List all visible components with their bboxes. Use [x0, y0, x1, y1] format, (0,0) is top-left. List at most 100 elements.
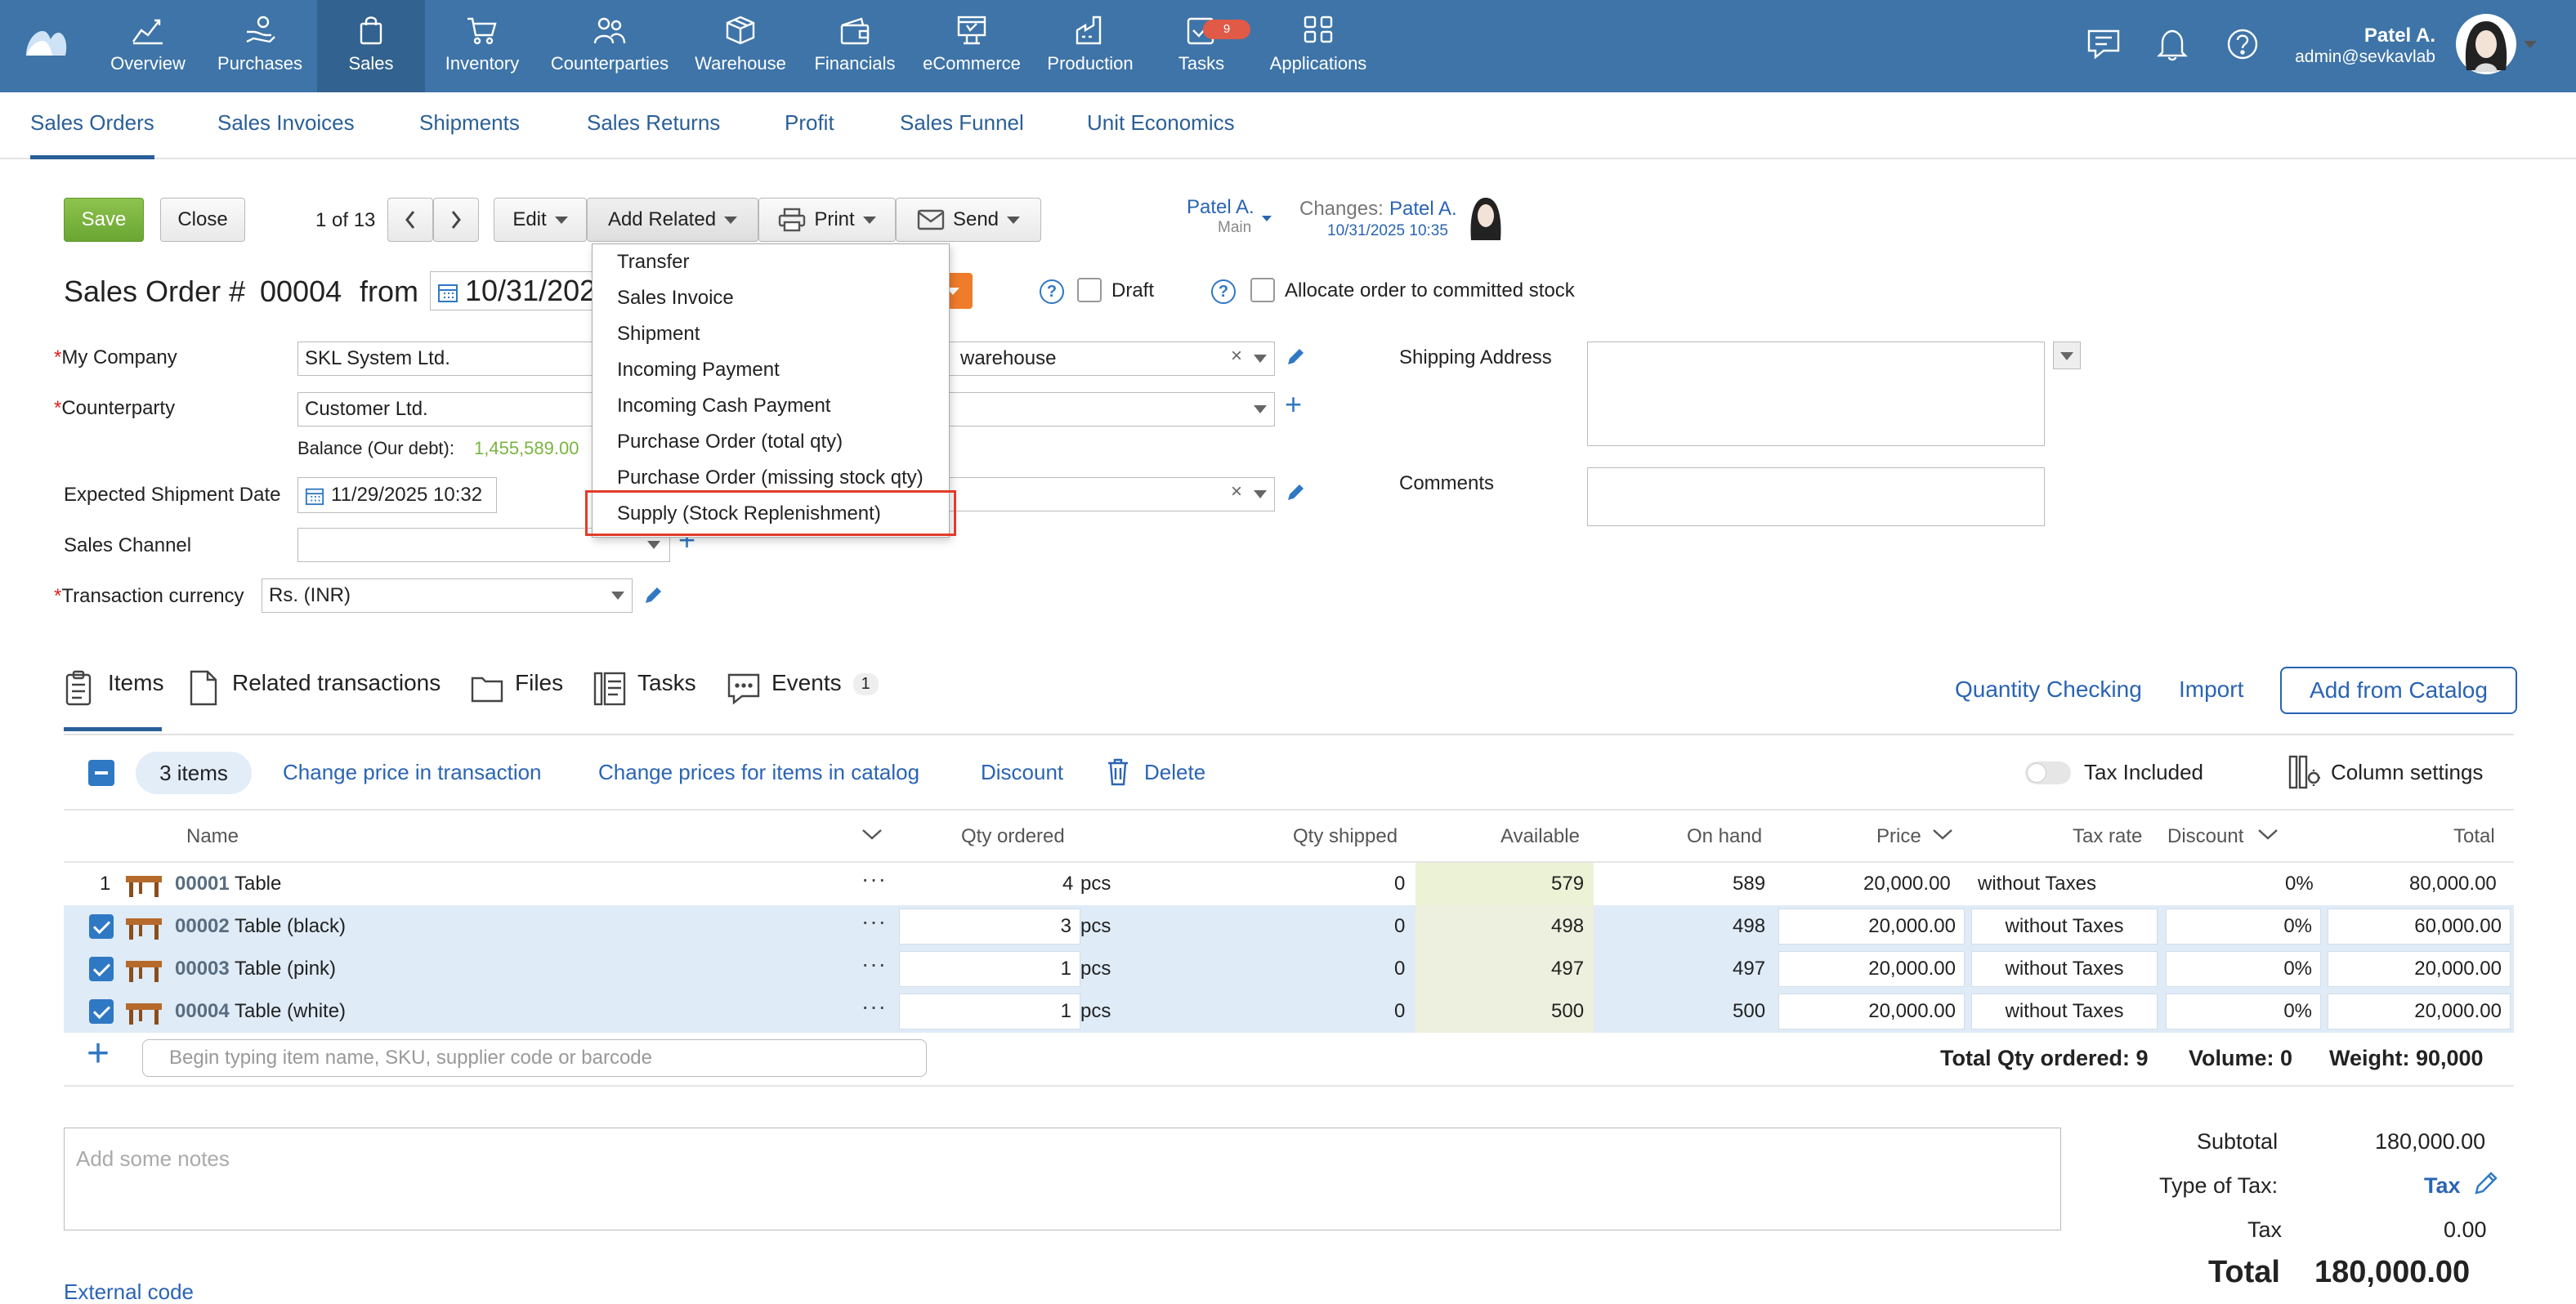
notes-textarea[interactable]: Add some notes	[64, 1128, 2061, 1230]
help-icon[interactable]: ?	[1040, 279, 1064, 304]
nav-overview[interactable]: Overview	[105, 0, 191, 92]
tab-profit[interactable]: Profit	[785, 110, 834, 159]
next-button[interactable]	[433, 198, 479, 242]
tax-select[interactable]: without Taxes	[1971, 951, 2158, 987]
col-on-hand[interactable]: On hand	[1687, 825, 1762, 848]
import-link[interactable]: Import	[2179, 677, 2243, 703]
project-field[interactable]	[948, 477, 1275, 511]
more-icon[interactable]: ···	[861, 951, 887, 977]
changes-user[interactable]: Patel A.	[1389, 198, 1457, 221]
add-related-button[interactable]: Add Related	[587, 198, 758, 242]
total-input[interactable]: 20,000.00	[2328, 951, 2511, 987]
select-all-checkbox[interactable]	[88, 760, 114, 786]
clear-icon[interactable]: ×	[1231, 345, 1242, 368]
menu-item-purchase-order-total[interactable]: Purchase Order (total qty)	[617, 431, 843, 453]
column-settings-label[interactable]: Column settings	[2331, 760, 2483, 785]
nav-production[interactable]: Production	[1041, 0, 1139, 92]
add-icon[interactable]: +	[1285, 387, 1302, 422]
qty-value[interactable]: 4	[1062, 873, 1073, 895]
nav-tasks[interactable]: Tasks	[1152, 0, 1250, 92]
chevron-down-icon[interactable]	[2257, 827, 2279, 842]
tax-included-toggle[interactable]	[2025, 761, 2071, 784]
help-icon[interactable]: ?	[1211, 279, 1236, 304]
trash-icon[interactable]	[1107, 758, 1129, 786]
price-value[interactable]: 20,000.00	[1863, 873, 1951, 895]
column-settings-icon[interactable]	[2288, 755, 2321, 789]
col-discount[interactable]: Discount	[2167, 825, 2243, 848]
add-item-icon[interactable]: +	[87, 1031, 110, 1076]
quantity-checking-link[interactable]: Quantity Checking	[1955, 677, 2142, 703]
chat-icon[interactable]	[2086, 26, 2122, 62]
item-name[interactable]: 00004 Table (white)	[175, 1000, 346, 1023]
chevron-down-icon[interactable]	[611, 592, 624, 600]
item-name[interactable]: 00001 Table	[175, 873, 281, 895]
order-date-field[interactable]: 10/31/202	[430, 271, 602, 310]
warehouse-field[interactable]: warehouse	[948, 342, 1275, 376]
col-available[interactable]: Available	[1500, 825, 1580, 848]
item-name[interactable]: 00002 Table (black)	[175, 915, 346, 938]
prev-button[interactable]	[387, 198, 433, 242]
calendar-icon[interactable]	[437, 282, 458, 303]
counterparty-field[interactable]: Customer Ltd.	[297, 392, 597, 426]
currency-field[interactable]: Rs. (INR)	[262, 578, 633, 613]
qty-input[interactable]: 1	[899, 951, 1080, 987]
draft-checkbox[interactable]	[1077, 278, 1102, 302]
row-checkbox[interactable]	[89, 957, 114, 981]
col-price[interactable]: Price	[1876, 825, 1921, 848]
edit-pencil-icon[interactable]	[1285, 482, 1306, 503]
tab-unit-economics[interactable]: Unit Economics	[1087, 110, 1235, 159]
price-input[interactable]: 20,000.00	[1778, 994, 1965, 1029]
menu-item-shipment[interactable]: Shipment	[617, 323, 700, 346]
discount-input[interactable]: 0%	[2166, 951, 2321, 987]
col-qty-shipped[interactable]: Qty shipped	[1293, 825, 1398, 848]
nav-ecommerce[interactable]: eCommerce	[915, 0, 1028, 92]
col-total[interactable]: Total	[2453, 825, 2495, 848]
user-name[interactable]: Patel A.	[2288, 25, 2435, 47]
tab-tasks[interactable]: Tasks	[593, 670, 696, 732]
avatar[interactable]	[2455, 13, 2517, 75]
nav-warehouse[interactable]: Warehouse	[686, 0, 794, 92]
calendar-icon[interactable]	[305, 486, 324, 506]
chevron-down-icon[interactable]	[647, 541, 660, 549]
nav-counterparties[interactable]: Counterparties	[546, 0, 673, 92]
print-button[interactable]: Print	[758, 198, 896, 242]
add-from-catalog-button[interactable]: Add from Catalog	[2280, 667, 2517, 714]
tab-related[interactable]: Related transactions	[188, 670, 441, 732]
qty-input[interactable]: 3	[899, 909, 1080, 945]
chevron-down-icon[interactable]	[1932, 827, 1953, 842]
my-company-field[interactable]: SKL System Ltd.	[297, 342, 597, 376]
price-input[interactable]: 20,000.00	[1778, 951, 1965, 987]
edit-button[interactable]: Edit	[494, 198, 587, 242]
chevron-down-icon[interactable]	[861, 827, 883, 842]
menu-item-incoming-cash-payment[interactable]: Incoming Cash Payment	[617, 395, 830, 418]
send-button[interactable]: Send	[896, 198, 1041, 242]
chevron-down-icon[interactable]	[1262, 216, 1272, 221]
tax-value[interactable]: without Taxes	[1978, 873, 2096, 895]
tab-sales-orders[interactable]: Sales Orders	[30, 110, 154, 159]
type-of-tax-value[interactable]: Tax	[2424, 1173, 2461, 1199]
tab-shipments[interactable]: Shipments	[419, 110, 520, 159]
discount-value[interactable]: 0%	[2285, 873, 2314, 895]
order-number[interactable]: 00004	[260, 275, 342, 309]
discount-input[interactable]: 0%	[2166, 909, 2321, 945]
nav-sales[interactable]: Sales	[317, 0, 425, 92]
change-price-link[interactable]: Change price in transaction	[283, 760, 542, 785]
col-tax-rate[interactable]: Tax rate	[2073, 825, 2142, 848]
shipping-address-field[interactable]	[1587, 342, 2045, 446]
comments-field[interactable]	[1587, 467, 2045, 526]
item-name[interactable]: 00003 Table (pink)	[175, 958, 336, 980]
total-input[interactable]: 20,000.00	[2328, 994, 2511, 1029]
owner-name[interactable]: Patel A.	[1187, 196, 1254, 219]
add-item-input[interactable]: Begin typing item name, SKU, supplier co…	[142, 1039, 927, 1077]
qty-input[interactable]: 1	[899, 994, 1080, 1029]
more-icon[interactable]: ···	[861, 866, 887, 892]
tab-sales-funnel[interactable]: Sales Funnel	[900, 110, 1024, 159]
tax-select[interactable]: without Taxes	[1971, 909, 2158, 945]
nav-inventory[interactable]: Inventory	[433, 0, 531, 92]
table-row[interactable]	[64, 863, 2514, 905]
total-input[interactable]: 60,000.00	[2328, 909, 2511, 945]
tab-files[interactable]: Files	[471, 670, 563, 732]
col-name[interactable]: Name	[186, 825, 239, 848]
tab-sales-invoices[interactable]: Sales Invoices	[217, 110, 355, 159]
clear-icon[interactable]: ×	[1231, 480, 1242, 503]
